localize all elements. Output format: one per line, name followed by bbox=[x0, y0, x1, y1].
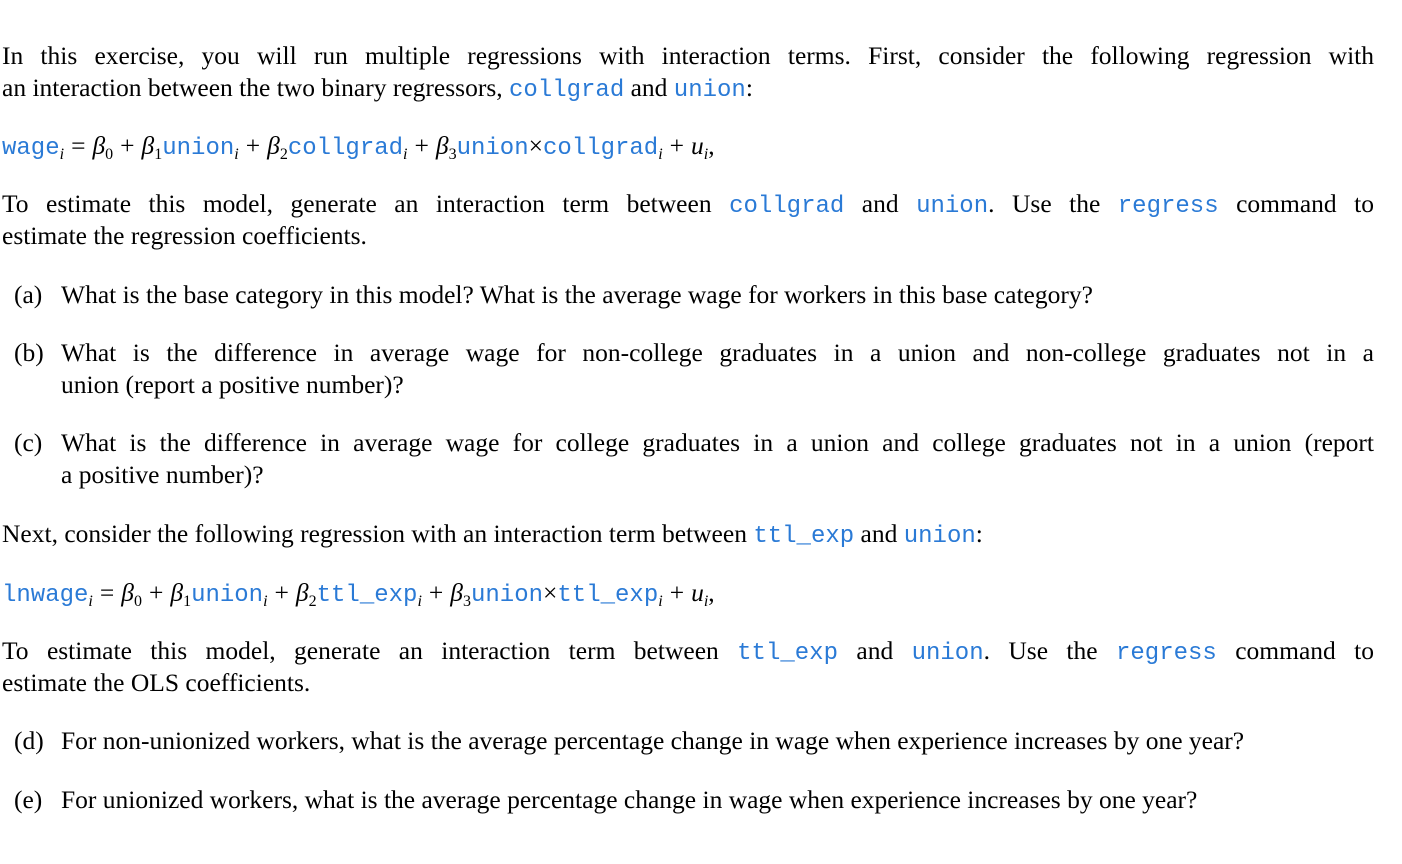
conj: and bbox=[854, 519, 904, 548]
beta-2: β bbox=[295, 578, 309, 607]
question-text: a positive number)? bbox=[61, 460, 264, 489]
eq-term-ttl-exp: ttl_exp bbox=[557, 582, 659, 609]
beta-sub: 3 bbox=[448, 146, 457, 163]
plus-sign: + bbox=[414, 131, 429, 160]
times-sign: × bbox=[528, 131, 543, 160]
beta-sub: 3 bbox=[463, 593, 471, 610]
code-union: union bbox=[911, 640, 984, 667]
question-text: What is the difference in average wage f… bbox=[61, 338, 1374, 367]
punct: , bbox=[708, 131, 715, 160]
eq-sub: i bbox=[658, 146, 663, 163]
equation-wage: wagei = β0 + β1unioni + β2collgradi + β3union×co… bbox=[2, 130, 715, 165]
plus-sign: + bbox=[669, 578, 685, 607]
question-label: (c) bbox=[14, 428, 43, 457]
question-label: (e) bbox=[14, 785, 43, 814]
beta-sub: 0 bbox=[105, 146, 114, 163]
code-regress: regress bbox=[1117, 193, 1219, 220]
intro-text: In this exercise, you will run multiple … bbox=[2, 41, 1374, 70]
eq-term-union: union bbox=[162, 135, 235, 162]
code-union: union bbox=[916, 193, 989, 220]
beta-1: β bbox=[141, 131, 155, 160]
plus-sign: + bbox=[148, 578, 164, 607]
beta-0: β bbox=[92, 131, 106, 160]
eq-term-union: union bbox=[471, 582, 544, 609]
punct: : bbox=[975, 519, 983, 548]
beta-sub: 2 bbox=[279, 146, 288, 163]
question-text: What is the difference in average wage f… bbox=[61, 428, 1374, 457]
para-text: command to bbox=[1218, 189, 1374, 218]
question-label: (d) bbox=[14, 726, 44, 755]
exercise-page: In this exercise, you will run multiple … bbox=[0, 0, 1402, 864]
para2-line-1: To estimate this model, generate an inte… bbox=[2, 188, 1374, 223]
question-text: For unionized workers, what is the avera… bbox=[61, 785, 1198, 814]
equation-lnwage: lnwagei = β0 + β1unioni + β2ttl_expi + β3union×t… bbox=[2, 577, 715, 612]
eq-term-ttl-exp: ttl_exp bbox=[316, 582, 418, 609]
eq-lhs: lnwage bbox=[2, 582, 89, 609]
eq-term-collgrad: collgrad bbox=[542, 135, 659, 162]
para-text: . Use the bbox=[988, 189, 1118, 218]
code-union: union bbox=[903, 523, 976, 550]
para3-line: Next, consider the following regression … bbox=[2, 518, 983, 553]
code-collgrad: collgrad bbox=[729, 193, 845, 220]
eq-sign: = bbox=[71, 131, 86, 160]
error-term: u bbox=[691, 578, 704, 607]
code-regress: regress bbox=[1115, 640, 1217, 667]
question-text: union (report a positive number)? bbox=[61, 370, 404, 399]
error-term: u bbox=[691, 131, 704, 160]
beta-sub: 0 bbox=[133, 593, 142, 610]
para-text: . Use the bbox=[983, 636, 1116, 665]
para-text: Next, consider the following regression … bbox=[2, 519, 754, 548]
question-text: For non-unionized workers, what is the a… bbox=[61, 726, 1245, 755]
para-text: command to bbox=[1216, 636, 1374, 665]
beta-0: β bbox=[121, 578, 134, 607]
para2-line-2: estimate the regression coefficients. bbox=[2, 221, 367, 250]
question-label: (b) bbox=[14, 338, 44, 367]
para4-line-1: To estimate this model, generate an inte… bbox=[2, 635, 1374, 670]
para4-line-2: estimate the OLS coefficients. bbox=[2, 668, 311, 697]
plus-sign: + bbox=[245, 131, 261, 160]
code-union: union bbox=[673, 77, 746, 104]
plus-sign: + bbox=[428, 578, 444, 607]
question-text: What is the base category in this model?… bbox=[61, 280, 1093, 309]
eq-term-union: union bbox=[191, 582, 264, 609]
eq-sub: i bbox=[263, 593, 268, 610]
conj: and bbox=[844, 189, 917, 218]
beta-3: β bbox=[450, 578, 463, 607]
plus-sign: + bbox=[120, 131, 135, 160]
beta-2: β bbox=[267, 131, 280, 160]
code-ttl-exp: ttl_exp bbox=[753, 523, 855, 550]
intro-text: an interaction between the two binary re… bbox=[2, 73, 509, 102]
code-ttl-exp: ttl_exp bbox=[737, 640, 838, 667]
question-label: (a) bbox=[14, 280, 43, 309]
punct: , bbox=[708, 578, 715, 607]
eq-lhs: wage bbox=[2, 135, 60, 162]
beta-3: β bbox=[435, 131, 449, 160]
eq-term-collgrad: collgrad bbox=[287, 135, 404, 162]
beta-1: β bbox=[170, 578, 184, 607]
punct: : bbox=[745, 73, 753, 102]
plus-sign: + bbox=[669, 131, 685, 160]
conj: and bbox=[624, 73, 674, 102]
beta-sub: 2 bbox=[308, 593, 317, 610]
plus-sign: + bbox=[274, 578, 289, 607]
para-text: To estimate this model, generate an inte… bbox=[2, 636, 738, 665]
para-text: To estimate this model, generate an inte… bbox=[2, 189, 730, 218]
times-sign: × bbox=[543, 578, 558, 607]
intro-line-2: an interaction between the two binary re… bbox=[2, 72, 753, 107]
code-collgrad: collgrad bbox=[509, 77, 625, 104]
eq-term-union: union bbox=[456, 135, 529, 162]
eq-sign: = bbox=[99, 578, 115, 607]
conj: and bbox=[837, 636, 912, 665]
intro-line-1: In this exercise, you will run multiple … bbox=[2, 40, 1374, 72]
beta-sub: 1 bbox=[183, 593, 192, 610]
